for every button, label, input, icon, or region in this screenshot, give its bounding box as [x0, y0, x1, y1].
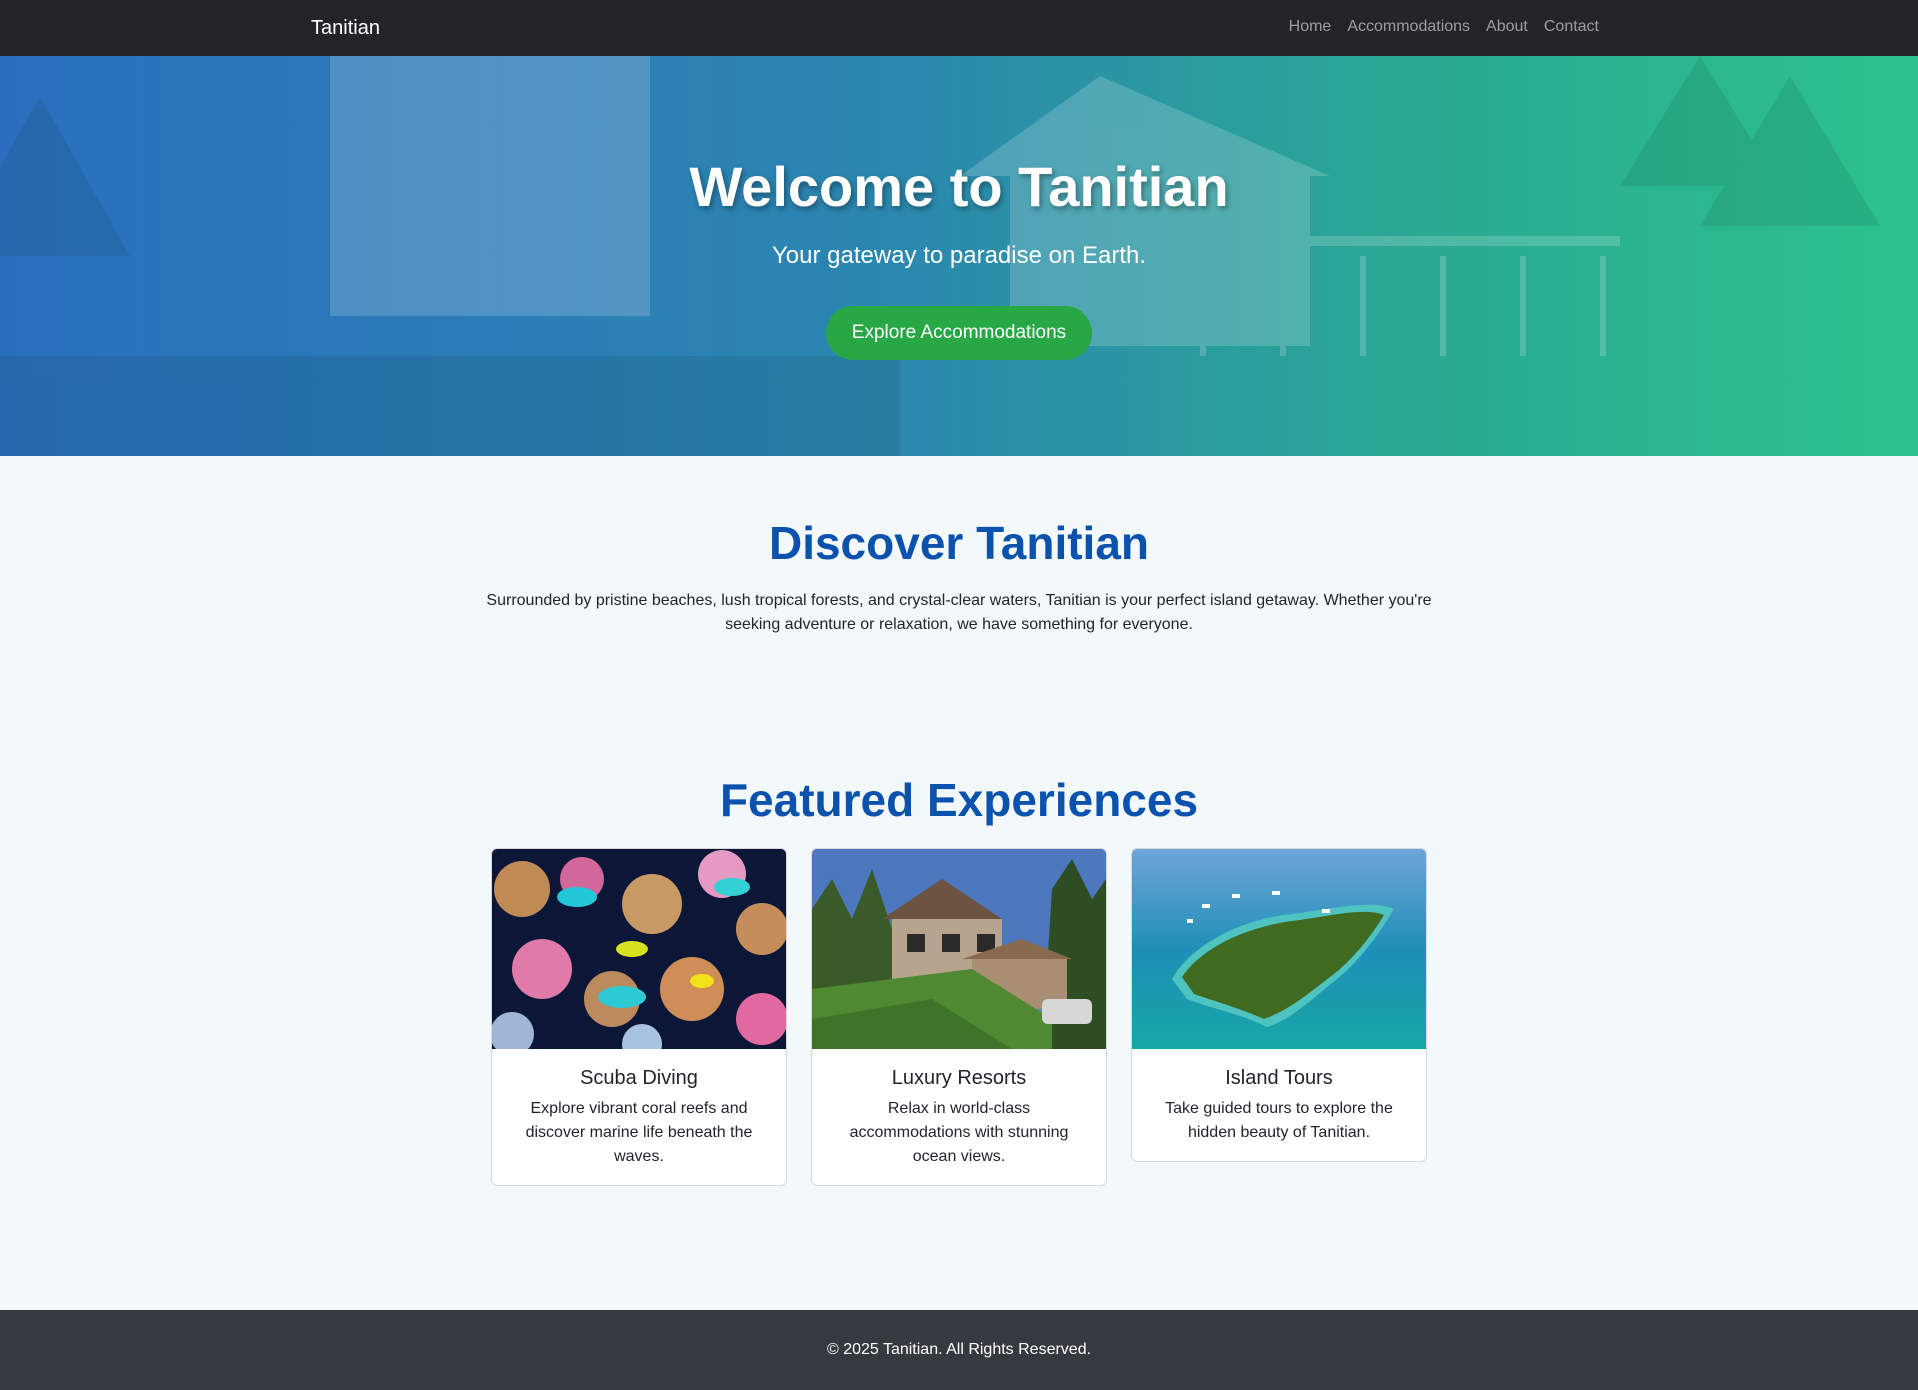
nav-link-contact[interactable]: Contact	[1544, 17, 1599, 37]
experience-card-luxury-resorts[interactable]: Luxury Resorts Relax in world-class acco…	[811, 848, 1107, 1186]
nav-link-home[interactable]: Home	[1289, 17, 1332, 37]
hero-section: Welcome to Tanitian Your gateway to para…	[0, 56, 1918, 456]
hero-title: Welcome to Tanitian	[689, 155, 1229, 218]
footer: © 2025 Tanitian. All Rights Reserved.	[0, 1310, 1918, 1390]
card-text: Relax in world-class accommodations with…	[849, 1100, 1069, 1165]
coral-reef-image	[492, 849, 786, 1049]
card-title: Island Tours	[1225, 1067, 1333, 1089]
mountain-lodge-image	[812, 849, 1106, 1049]
discover-text: Surrounded by pristine beaches, lush tro…	[486, 592, 1432, 633]
explore-accommodations-button[interactable]: Explore Accommodations	[826, 306, 1092, 360]
card-title: Luxury Resorts	[891, 1067, 1027, 1089]
discover-title: Discover Tanitian	[768, 517, 1150, 569]
featured-title: Featured Experiences	[719, 774, 1199, 826]
navbar: Tanitian Home Accommodations About Conta…	[0, 0, 1918, 56]
hero-subtitle: Your gateway to paradise on Earth.	[771, 242, 1147, 269]
nav-link-accommodations[interactable]: Accommodations	[1347, 17, 1470, 37]
experience-card-scuba[interactable]: Scuba Diving Explore vibrant coral reefs…	[491, 848, 787, 1186]
nav-link-about[interactable]: About	[1486, 17, 1528, 37]
nav-links: Home Accommodations About Contact	[1289, 17, 1599, 37]
card-text: Explore vibrant coral reefs and discover…	[525, 1100, 753, 1165]
aerial-island-image	[1132, 849, 1426, 1049]
experience-card-island-tours[interactable]: Island Tours Take guided tours to explor…	[1131, 848, 1427, 1162]
brand-logo-link[interactable]: Tanitian	[311, 16, 380, 40]
copyright-text: © 2025 Tanitian. All Rights Reserved.	[826, 1341, 1092, 1358]
card-text: Take guided tours to explore the hidden …	[1165, 1100, 1393, 1141]
card-title: Scuba Diving	[580, 1067, 698, 1089]
